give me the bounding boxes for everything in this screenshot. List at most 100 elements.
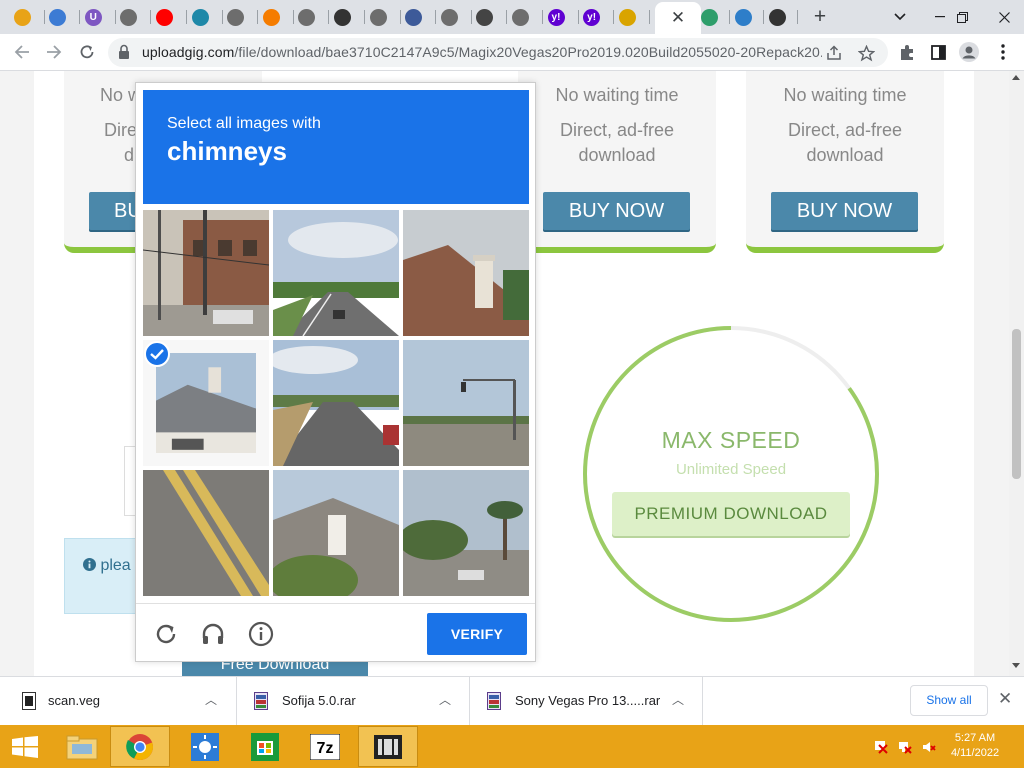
browser-tab[interactable] (46, 4, 70, 30)
audio-challenge-icon[interactable] (200, 621, 226, 647)
browser-tab[interactable] (152, 4, 176, 30)
yahoo-icon: y! (583, 8, 601, 26)
captcha-tile[interactable] (143, 470, 269, 596)
download-item[interactable]: Sony Vegas Pro 13.....rar ︿ (470, 677, 703, 725)
verify-button[interactable]: VERIFY (427, 613, 527, 655)
taskbar-store[interactable] (235, 726, 295, 767)
browser-tab[interactable] (330, 4, 354, 30)
close-shelf-icon[interactable]: ✕ (998, 689, 1012, 709)
browser-tab[interactable] (188, 4, 212, 30)
tab-strip: Uy! y! ✕ + (0, 0, 1024, 34)
globe-icon (227, 8, 245, 26)
taskbar-weather[interactable] (175, 726, 235, 767)
window-close-button[interactable] (984, 0, 1024, 34)
url-text: uploadgig.com/file/download/bae3710C2147… (142, 44, 822, 60)
side-panel-icon (930, 44, 946, 60)
share-icon (827, 45, 841, 60)
captcha-tile[interactable] (403, 210, 529, 336)
back-button[interactable] (8, 38, 36, 66)
scroll-down-icon[interactable] (1012, 663, 1020, 668)
chevron-up-icon[interactable]: ︿ (205, 691, 217, 708)
tab-separator (114, 10, 116, 24)
browser-tab[interactable] (224, 4, 248, 30)
plan-card: No waiting time Direct, ad-free download … (746, 71, 944, 253)
tab-separator (43, 10, 45, 24)
close-tab-icon[interactable]: ✕ (671, 8, 685, 28)
browser-tab[interactable] (697, 4, 721, 30)
captcha-tile[interactable] (403, 470, 529, 596)
puzzle-icon (900, 44, 913, 60)
chevron-up-icon[interactable]: ︿ (439, 691, 451, 708)
scroll-up-icon[interactable] (1012, 75, 1020, 80)
selected-check-icon (144, 341, 170, 367)
premium-download-button[interactable]: PREMIUM DOWNLOAD (612, 492, 850, 536)
taskbar-chrome[interactable] (110, 726, 170, 767)
tray-flag-icon[interactable] (874, 740, 888, 754)
side-panel-button[interactable] (924, 38, 952, 66)
restore-button[interactable] (942, 0, 982, 34)
taskbar-vegas[interactable] (358, 726, 418, 767)
tray-volume-icon[interactable] (922, 740, 936, 754)
taskbar-file-explorer[interactable] (52, 726, 112, 767)
download-item[interactable]: Sofija 5.0.rar ︿ (237, 677, 470, 725)
browser-tab[interactable] (731, 4, 755, 30)
captcha-tile[interactable] (273, 340, 399, 466)
chevron-up-icon[interactable]: ︿ (672, 691, 684, 708)
download-item[interactable]: scan.veg ︿ (0, 677, 237, 725)
reload-button[interactable] (73, 38, 101, 66)
tab-separator (763, 10, 764, 24)
svg-text:7z: 7z (317, 740, 334, 757)
browser-tab[interactable] (615, 4, 639, 30)
file-icon (22, 692, 36, 710)
diamond-tab-icon (262, 8, 280, 26)
buy-now-button[interactable]: BUY NOW (771, 192, 918, 230)
address-bar[interactable]: uploadgig.com/file/download/bae3710C2147… (108, 38, 888, 67)
browser-tab[interactable]: y! (544, 4, 568, 30)
leaf-tab-icon (700, 8, 718, 26)
browser-tab[interactable] (437, 4, 461, 30)
info-help-icon[interactable] (248, 621, 274, 647)
browser-tab[interactable] (366, 4, 390, 30)
menu-button[interactable] (989, 38, 1017, 66)
page-scrollbar[interactable] (1009, 71, 1024, 676)
plan-feature-1: No waiting time (783, 85, 907, 105)
browser-tab[interactable]: y! (580, 4, 604, 30)
scroll-thumb[interactable] (1012, 329, 1021, 479)
browser-tab[interactable] (259, 4, 283, 30)
browser-tab[interactable] (508, 4, 532, 30)
plus-icon: + (813, 5, 827, 28)
profile-button[interactable] (955, 38, 983, 66)
show-all-downloads-button[interactable]: Show all (910, 685, 988, 716)
browser-tab[interactable] (295, 4, 319, 30)
tab-search-button[interactable] (880, 0, 920, 34)
new-tab-button[interactable]: + (808, 4, 832, 30)
film-icon (374, 734, 402, 759)
reload-challenge-icon[interactable] (153, 621, 179, 647)
active-tab[interactable]: ✕ (655, 2, 701, 34)
yahoo-icon: y! (547, 8, 565, 26)
browser-tab[interactable] (765, 4, 789, 30)
globe-icon (120, 8, 138, 26)
restore-icon (956, 11, 968, 23)
browser-tab[interactable] (117, 4, 141, 30)
captcha-tile[interactable] (273, 470, 399, 596)
buy-now-button[interactable]: BUY NOW (543, 192, 690, 230)
clock-date: 4/11/2022 (950, 747, 1000, 759)
extensions-button[interactable] (893, 38, 921, 66)
browser-tab[interactable]: U (81, 4, 105, 30)
start-button[interactable] (0, 726, 50, 767)
browser-tab[interactable] (402, 4, 426, 30)
captcha-tile[interactable] (403, 340, 529, 466)
tray-network-icon[interactable] (898, 740, 912, 754)
bookmark-button[interactable] (852, 39, 880, 67)
chrome-icon (13, 8, 31, 26)
share-button[interactable] (820, 39, 848, 67)
captcha-tile[interactable] (143, 210, 269, 336)
tab-separator (797, 10, 798, 24)
browser-tab[interactable] (473, 4, 497, 30)
taskbar-7zip[interactable]: 7z (295, 726, 355, 767)
forward-button[interactable] (40, 38, 68, 66)
browser-tab[interactable] (10, 4, 34, 30)
system-clock[interactable]: 5:27 AM 4/11/2022 (940, 731, 1010, 761)
captcha-tile[interactable] (273, 210, 399, 336)
